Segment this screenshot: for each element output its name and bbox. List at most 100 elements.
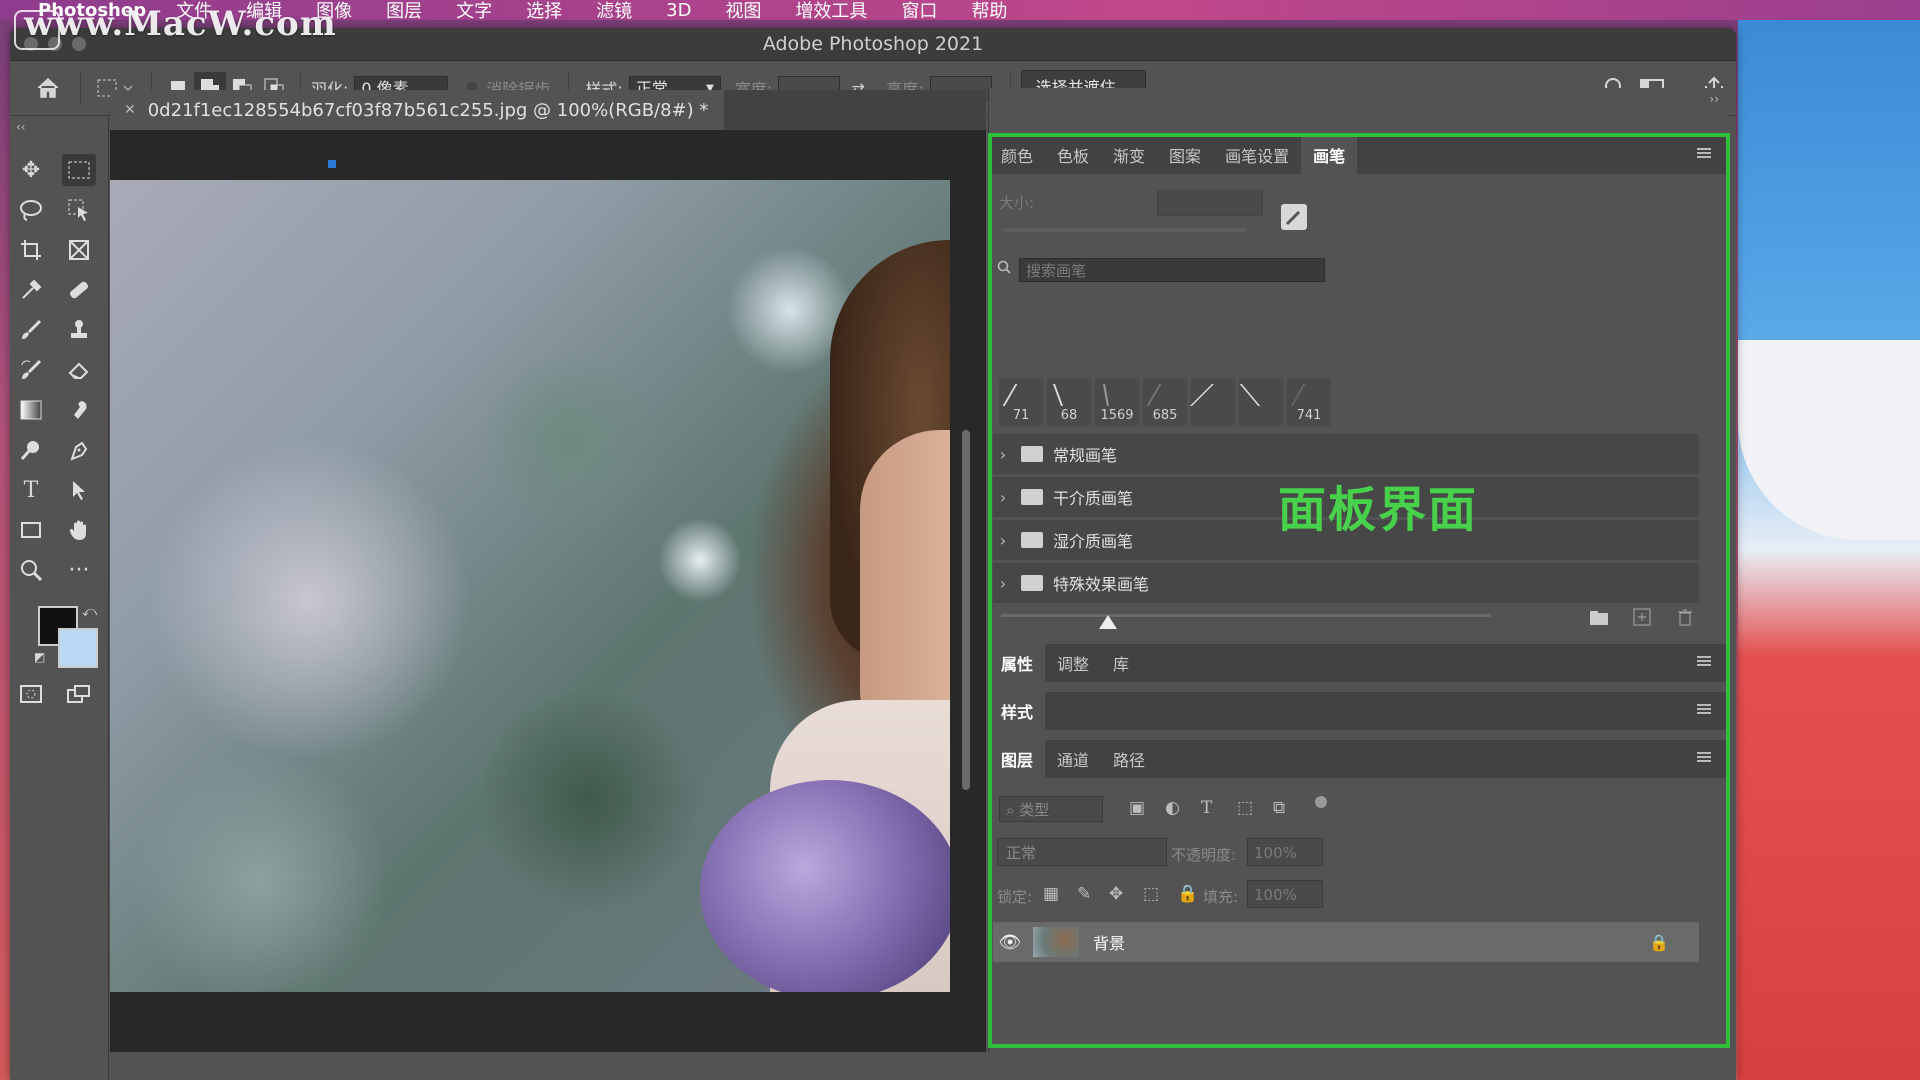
panel-menu-icon[interactable] bbox=[1697, 656, 1711, 666]
preview-size-handle[interactable] bbox=[1099, 615, 1117, 629]
visibility-eye-icon[interactable]: 👁 bbox=[993, 932, 1027, 953]
default-colors-icon[interactable]: ◩ bbox=[34, 650, 45, 664]
lock-all-icon[interactable]: 🔒 bbox=[1177, 884, 1198, 904]
lock-position-icon[interactable]: ✥ bbox=[1109, 884, 1123, 904]
document-tab[interactable]: ✕ 0d21f1ec128554b67cf03f87b561c255.jpg @… bbox=[110, 90, 725, 130]
object-selection-tool-icon[interactable] bbox=[62, 194, 96, 226]
expand-panels-icon[interactable]: ›› bbox=[1709, 92, 1719, 106]
brush-size-input[interactable] bbox=[1157, 190, 1263, 216]
brush-preset[interactable]: 1569 bbox=[1095, 378, 1139, 426]
zoom-tool-icon[interactable] bbox=[14, 554, 48, 586]
rect-marquee-tool-icon[interactable] bbox=[62, 154, 96, 186]
brush-preset[interactable]: 741 bbox=[1287, 378, 1331, 426]
tab-properties[interactable]: 属性 bbox=[989, 644, 1046, 682]
menu-layer[interactable]: 图层 bbox=[386, 0, 422, 23]
tab-gradients[interactable]: 渐变 bbox=[1101, 136, 1157, 174]
panel-menu-icon[interactable] bbox=[1697, 752, 1711, 762]
tab-patterns[interactable]: 图案 bbox=[1157, 136, 1213, 174]
eraser-tool-icon[interactable] bbox=[62, 354, 96, 386]
menu-view[interactable]: 视图 bbox=[725, 0, 761, 23]
swap-colors-icon[interactable]: ⤺ bbox=[82, 604, 97, 620]
opacity-input[interactable]: 100% bbox=[1247, 838, 1323, 866]
new-brush-plus-icon[interactable] bbox=[1633, 608, 1651, 626]
canvas-scrollbar[interactable] bbox=[962, 430, 970, 790]
filter-pixel-icon[interactable]: ▣ bbox=[1129, 798, 1145, 818]
gradient-tool-icon[interactable] bbox=[14, 394, 48, 426]
menu-type[interactable]: 文字 bbox=[456, 0, 492, 23]
brush-preset[interactable] bbox=[1190, 378, 1238, 426]
tab-paths[interactable]: 路径 bbox=[1101, 740, 1157, 778]
more-tools-icon[interactable]: ··· bbox=[62, 554, 96, 586]
tab-libraries[interactable]: 库 bbox=[1101, 644, 1141, 682]
lock-artboard-icon[interactable]: ⬚ bbox=[1143, 884, 1159, 904]
brush-size-slider[interactable] bbox=[1003, 228, 1247, 232]
brush-search-input[interactable]: 搜索画笔 bbox=[1019, 258, 1325, 282]
brush-preset[interactable] bbox=[1239, 378, 1285, 426]
filter-adjustment-icon[interactable]: ◐ bbox=[1165, 798, 1180, 818]
quick-mask-icon[interactable] bbox=[14, 678, 48, 710]
healing-brush-tool-icon[interactable] bbox=[62, 274, 96, 306]
menu-window[interactable]: 窗口 bbox=[901, 0, 937, 23]
brush-preset[interactable]: 685 bbox=[1143, 378, 1187, 426]
lock-pixels-icon[interactable]: ✎ bbox=[1077, 884, 1091, 904]
filter-smart-object-icon[interactable]: ⧉ bbox=[1273, 798, 1285, 818]
preview-size-slider[interactable] bbox=[1001, 614, 1491, 617]
collapse-toolbar-icon[interactable]: ‹‹ bbox=[16, 120, 26, 134]
fill-input[interactable]: 100% bbox=[1247, 880, 1323, 908]
hand-tool-icon[interactable] bbox=[62, 514, 96, 546]
watermark-text: www.MacW.com bbox=[24, 4, 337, 44]
tab-swatches[interactable]: 色板 bbox=[1045, 136, 1101, 174]
eyedropper-tool-icon[interactable] bbox=[14, 274, 48, 306]
frame-tool-icon[interactable] bbox=[62, 234, 96, 266]
tab-color[interactable]: 颜色 bbox=[989, 136, 1045, 174]
home-icon[interactable] bbox=[26, 72, 70, 104]
dodge-tool-icon[interactable] bbox=[14, 434, 48, 466]
menu-help[interactable]: 帮助 bbox=[971, 0, 1007, 23]
new-brush-icon[interactable] bbox=[1281, 204, 1307, 230]
filter-type-icon[interactable]: T bbox=[1201, 798, 1212, 818]
lock-transparent-icon[interactable]: ▦ bbox=[1043, 884, 1059, 904]
menu-plugins[interactable]: 增效工具 bbox=[795, 0, 867, 23]
brush-tool-icon[interactable] bbox=[14, 314, 48, 346]
new-group-folder-icon[interactable] bbox=[1589, 610, 1609, 626]
tab-brushes[interactable]: 画笔 bbox=[1301, 136, 1358, 174]
menu-3d[interactable]: 3D bbox=[666, 0, 691, 21]
trash-icon[interactable] bbox=[1677, 608, 1693, 626]
panel-menu-icon[interactable] bbox=[1697, 148, 1711, 158]
smudge-tool-icon[interactable] bbox=[62, 394, 96, 426]
fill-label: 填充: bbox=[1203, 888, 1239, 906]
tab-layers[interactable]: 图层 bbox=[989, 740, 1046, 778]
pen-tool-icon[interactable] bbox=[62, 434, 96, 466]
filter-shape-icon[interactable]: ⬚ bbox=[1237, 798, 1253, 818]
lasso-tool-icon[interactable] bbox=[14, 194, 48, 226]
path-selection-tool-icon[interactable] bbox=[62, 474, 96, 506]
clone-stamp-tool-icon[interactable] bbox=[62, 314, 96, 346]
brush-group-special-effects[interactable]: › 特殊效果画笔 bbox=[993, 563, 1699, 603]
move-tool-icon[interactable]: ✥ bbox=[14, 154, 48, 186]
tab-styles[interactable]: 样式 bbox=[989, 692, 1046, 730]
folder-icon bbox=[1021, 575, 1043, 591]
filter-toggle-icon[interactable] bbox=[1315, 796, 1327, 808]
menu-filter[interactable]: 滤镜 bbox=[596, 0, 632, 23]
tab-brush-settings[interactable]: 画笔设置 bbox=[1213, 136, 1301, 174]
close-tab-icon[interactable]: ✕ bbox=[124, 102, 136, 118]
document-image[interactable] bbox=[110, 180, 950, 992]
crop-tool-icon[interactable] bbox=[14, 234, 48, 266]
layer-filter-select[interactable]: ⌕ 类型 bbox=[999, 796, 1103, 822]
brush-preset[interactable]: 71 bbox=[999, 378, 1043, 426]
tools-panel: ‹‹ ✥ T ··· ⤺ ◩ bbox=[10, 116, 109, 1080]
screen-mode-icon[interactable] bbox=[62, 678, 96, 710]
layer-row[interactable]: 👁 背景 🔒 bbox=[993, 922, 1699, 962]
blend-mode-select[interactable]: 正常 bbox=[997, 838, 1167, 866]
brush-group-general[interactable]: › 常规画笔 bbox=[993, 434, 1699, 474]
history-brush-tool-icon[interactable] bbox=[14, 354, 48, 386]
tab-channels[interactable]: 通道 bbox=[1045, 740, 1101, 778]
menu-select[interactable]: 选择 bbox=[526, 0, 562, 23]
background-color-swatch[interactable] bbox=[58, 628, 98, 668]
tab-adjustments[interactable]: 调整 bbox=[1045, 644, 1101, 682]
panel-menu-icon[interactable] bbox=[1697, 704, 1711, 714]
type-tool-icon[interactable]: T bbox=[14, 474, 48, 506]
rectangle-tool-icon[interactable] bbox=[14, 514, 48, 546]
chevron-right-icon: › bbox=[999, 487, 1007, 507]
brush-preset[interactable]: 68 bbox=[1047, 378, 1091, 426]
